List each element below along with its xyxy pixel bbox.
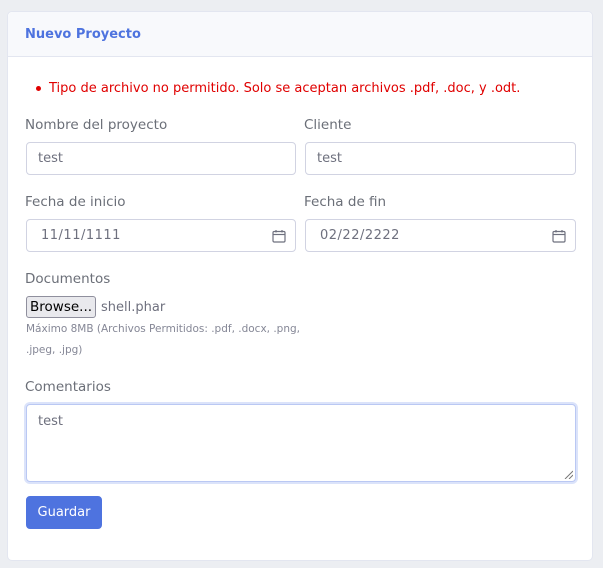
bullet-icon bbox=[36, 86, 41, 91]
end-date-input[interactable]: 02/22/2222 bbox=[305, 219, 576, 252]
calendar-icon[interactable] bbox=[272, 229, 286, 243]
documents-help-text: Máximo 8MB (Archivos Permitidos: .pdf, .… bbox=[26, 323, 301, 356]
end-date-value: 02/22/2222 bbox=[320, 228, 400, 243]
comments-value: test bbox=[38, 414, 63, 429]
project-name-value: test bbox=[38, 151, 63, 166]
comments-label: Comentarios bbox=[25, 379, 111, 395]
start-date-value: 11/11/1111 bbox=[41, 228, 121, 243]
file-input: Browse... shell.phar bbox=[26, 296, 165, 318]
project-name-input[interactable]: test bbox=[26, 142, 296, 175]
end-date-label: Fecha de fin bbox=[304, 194, 387, 210]
client-input[interactable]: test bbox=[305, 142, 576, 175]
new-project-card: Nuevo Proyecto Tipo de archivo no permit… bbox=[7, 11, 593, 561]
error-list: Tipo de archivo no permitido. Solo se ac… bbox=[36, 80, 520, 97]
documents-label: Documentos bbox=[25, 271, 111, 287]
calendar-icon[interactable] bbox=[552, 229, 566, 243]
project-name-label: Nombre del proyecto bbox=[25, 117, 168, 133]
resize-grip-icon[interactable] bbox=[564, 470, 573, 479]
client-value: test bbox=[317, 151, 342, 166]
start-date-label: Fecha de inicio bbox=[25, 194, 126, 210]
start-date-input[interactable]: 11/11/1111 bbox=[26, 219, 296, 252]
error-message: Tipo de archivo no permitido. Solo se ac… bbox=[49, 81, 521, 96]
file-name: shell.phar bbox=[101, 299, 166, 315]
card-title: Nuevo Proyecto bbox=[25, 26, 141, 42]
save-button[interactable]: Guardar bbox=[26, 496, 102, 529]
error-item: Tipo de archivo no permitido. Solo se ac… bbox=[36, 80, 520, 97]
card-header: Nuevo Proyecto bbox=[8, 12, 592, 57]
browse-button[interactable]: Browse... bbox=[26, 296, 97, 318]
comments-textarea[interactable]: test bbox=[26, 404, 576, 482]
client-label: Cliente bbox=[304, 117, 352, 133]
